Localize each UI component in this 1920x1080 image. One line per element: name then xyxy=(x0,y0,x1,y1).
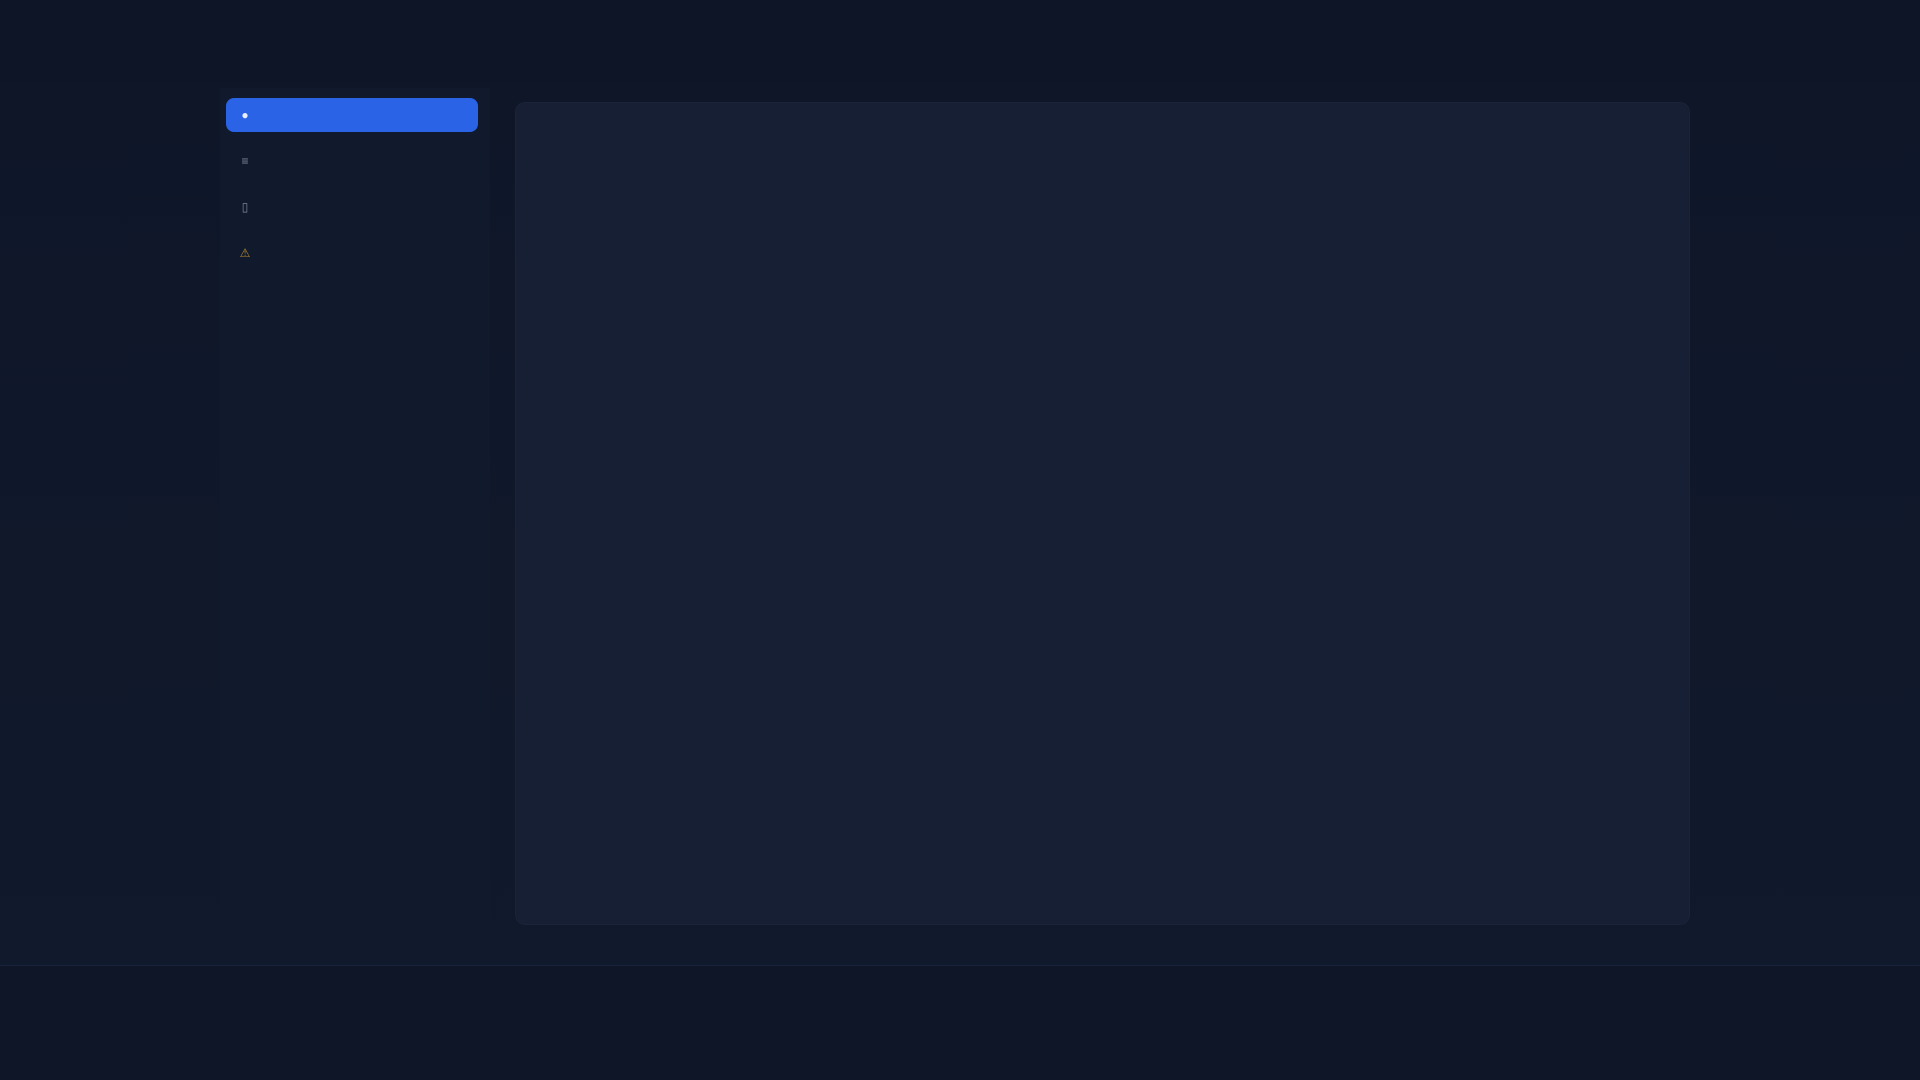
app-window: ● ≡ ▯ ⚠ xyxy=(0,0,1920,1080)
sidebar: ● ≡ ▯ ⚠ xyxy=(220,88,490,958)
top-bar xyxy=(0,0,1920,82)
main-content-panel xyxy=(515,102,1690,925)
sidebar-nav: ● ≡ ▯ ⚠ xyxy=(220,98,490,270)
sidebar-item-2[interactable]: ≡ xyxy=(226,144,484,178)
list-icon: ≡ xyxy=(241,154,249,168)
home-icon: ● xyxy=(241,108,249,122)
sidebar-item-3[interactable]: ▯ xyxy=(226,190,484,224)
folder-icon: ▯ xyxy=(241,200,249,214)
sidebar-item-warning[interactable]: ⚠ xyxy=(226,236,484,270)
sidebar-item-active[interactable]: ● xyxy=(226,98,478,132)
footer xyxy=(0,965,1920,1080)
warning-icon: ⚠ xyxy=(239,246,251,260)
